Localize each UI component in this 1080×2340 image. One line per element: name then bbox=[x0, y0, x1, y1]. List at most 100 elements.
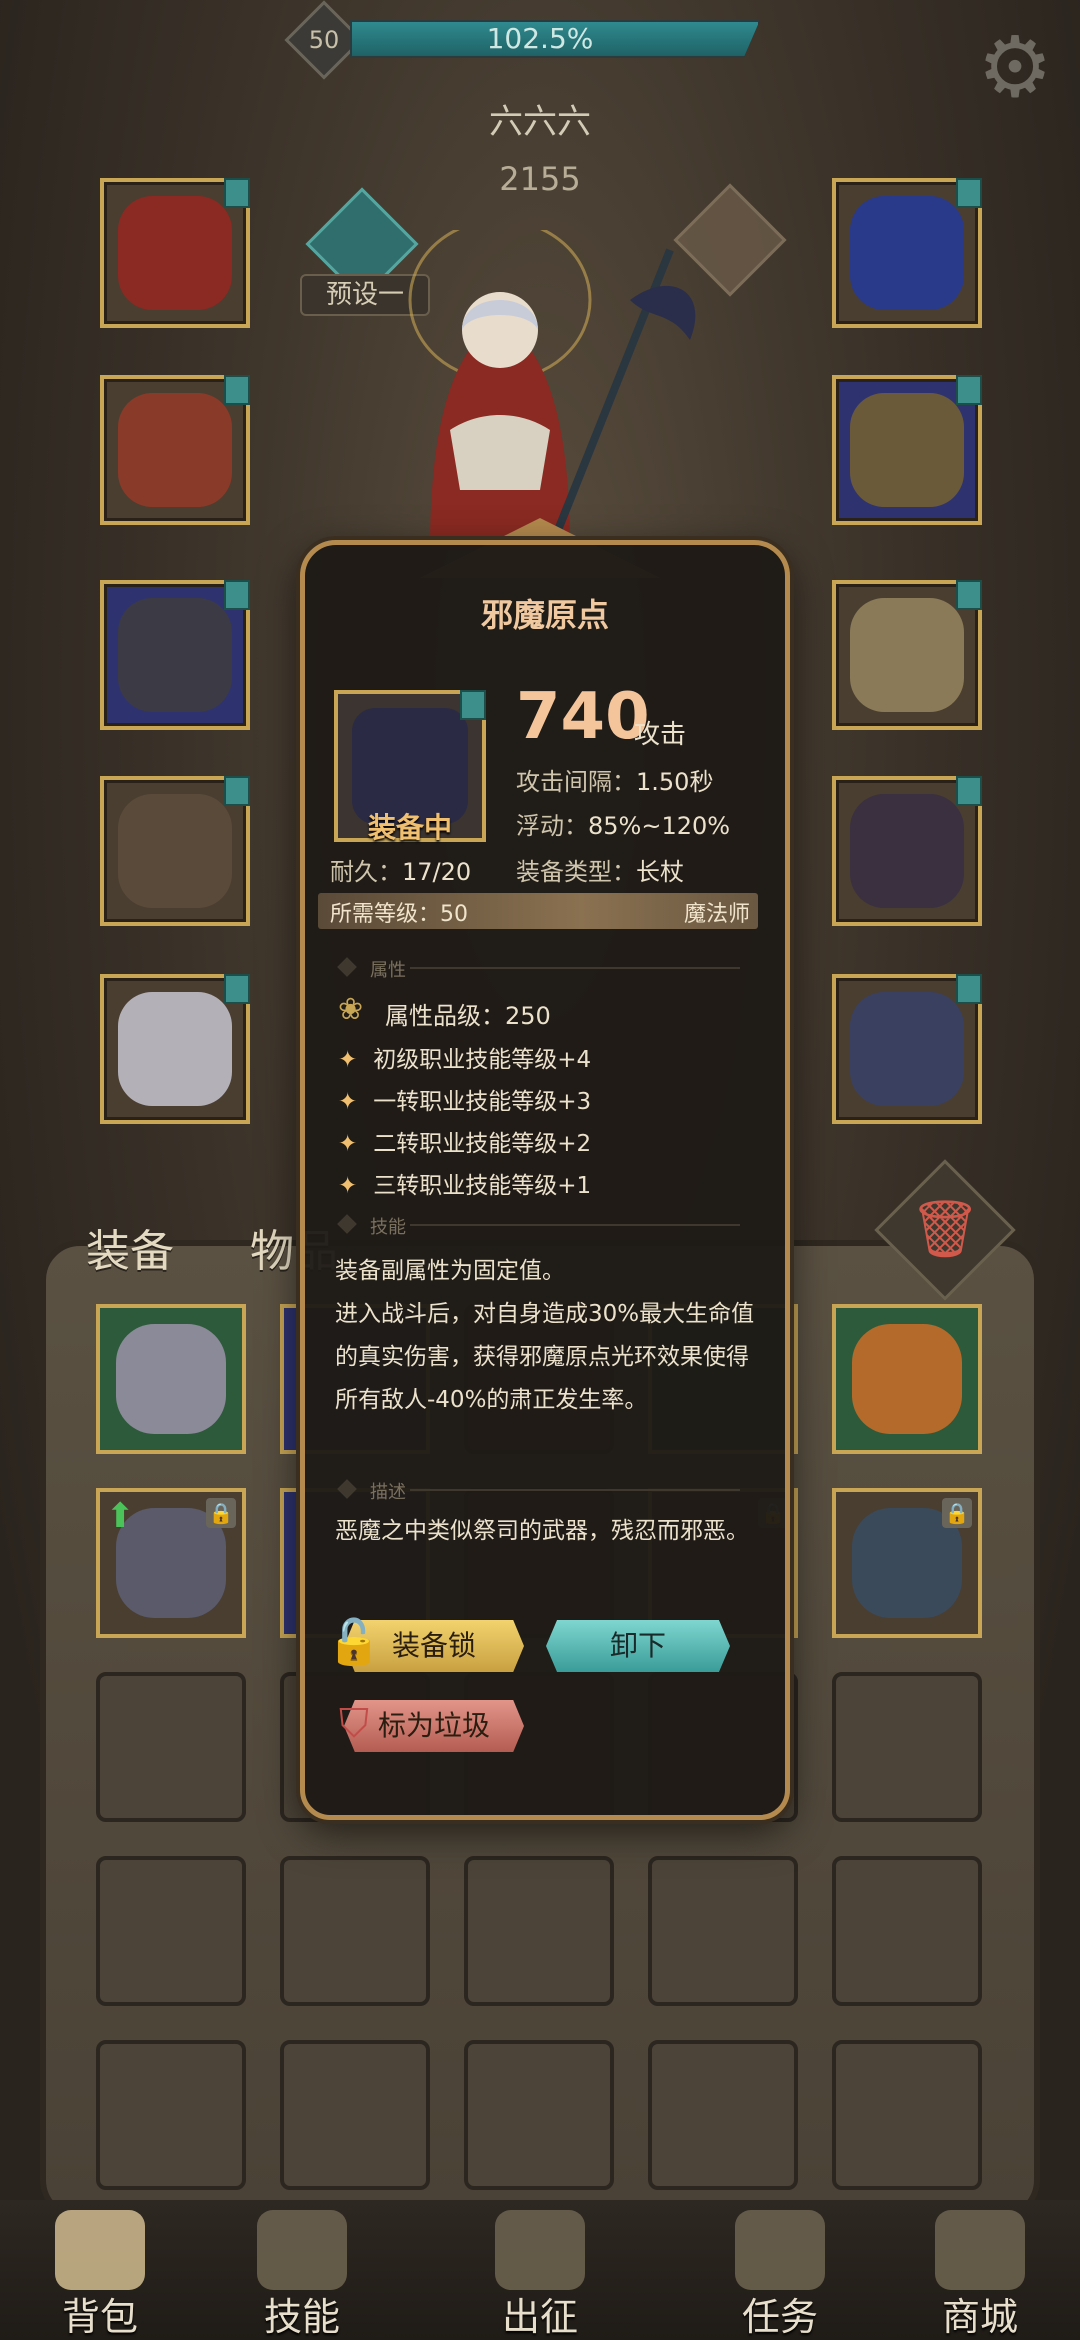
section-skill: 技能 bbox=[337, 1213, 760, 1238]
attribute-text: 初级职业技能等级+4 bbox=[373, 1047, 592, 1073]
heart-pendant-icon bbox=[850, 196, 964, 310]
stat-value: 250 bbox=[505, 1002, 551, 1030]
divider bbox=[410, 967, 740, 969]
skirt-icon bbox=[118, 794, 232, 908]
equip-type: 装备类型：长杖 bbox=[516, 852, 684, 887]
robe-icon bbox=[118, 393, 232, 507]
section-label: 技能 bbox=[370, 1217, 406, 1238]
diamond-icon bbox=[337, 957, 357, 977]
equip-slot-head[interactable] bbox=[100, 178, 250, 328]
inventory-cell[interactable] bbox=[648, 2040, 798, 2190]
nav-expedition[interactable]: 出征 bbox=[450, 2200, 630, 2340]
equip-slot-offhand[interactable] bbox=[832, 974, 982, 1124]
inventory-cell[interactable] bbox=[280, 1856, 430, 2006]
section-label: 属性 bbox=[370, 960, 406, 981]
equip-slot-hands[interactable] bbox=[100, 580, 250, 730]
trash-icon: 🗑 bbox=[909, 1197, 981, 1262]
hood-icon bbox=[118, 196, 232, 310]
attribute-text: 二转职业技能等级+2 bbox=[373, 1131, 592, 1157]
slot-tag-icon bbox=[224, 776, 250, 806]
inventory-cell[interactable] bbox=[280, 2040, 430, 2190]
equip-slot-necklace[interactable] bbox=[832, 178, 982, 328]
equip-slot-ring[interactable] bbox=[832, 375, 982, 525]
section-label: 描述 bbox=[370, 1482, 406, 1503]
equip-slot-legs[interactable] bbox=[100, 776, 250, 926]
hero-character bbox=[408, 230, 696, 550]
equip-slot-weapon[interactable] bbox=[832, 776, 982, 926]
sparkle-icon: ✦ bbox=[338, 1173, 358, 1199]
section-description: 描述 bbox=[337, 1478, 760, 1503]
gear-icon[interactable]: ⚙ bbox=[970, 22, 1060, 112]
trash-bin-icon: ⛉ bbox=[339, 1701, 369, 1747]
slot-tag-icon bbox=[460, 690, 486, 720]
player-name: 六六六 bbox=[489, 102, 591, 142]
xp-percent: 102.5% bbox=[486, 22, 594, 55]
shop-crown-icon bbox=[935, 2210, 1025, 2290]
inventory-cell[interactable] bbox=[96, 1672, 246, 1822]
required-class: 魔法师 bbox=[683, 902, 750, 927]
unequip-button[interactable]: 卸下 bbox=[546, 1620, 730, 1672]
attack-unit: 攻击 bbox=[634, 720, 687, 750]
stat-value: 长杖 bbox=[636, 858, 684, 886]
inventory-cell[interactable]: ⬆ 🔒 bbox=[96, 1488, 246, 1638]
staff-icon bbox=[850, 794, 964, 908]
attribute-grade: 属性品级：250 bbox=[385, 996, 551, 1031]
divider bbox=[410, 1224, 740, 1226]
skill-book-icon bbox=[257, 2210, 347, 2290]
durability: 耐久：17/20 bbox=[330, 852, 471, 887]
stat-label: 耐久： bbox=[330, 858, 402, 886]
gauntlet-icon bbox=[118, 598, 232, 712]
inventory-cell[interactable] bbox=[96, 2040, 246, 2190]
section-attributes: 属性 bbox=[337, 956, 760, 981]
nav-shop[interactable]: 商城 bbox=[890, 2200, 1070, 2340]
slot-tag-icon bbox=[956, 178, 982, 208]
scroll-icon bbox=[735, 2210, 825, 2290]
inventory-cell[interactable] bbox=[832, 1856, 982, 2006]
inventory-cell[interactable] bbox=[832, 2040, 982, 2190]
upgrade-arrow-icon: ⬆ bbox=[106, 1496, 135, 1536]
inventory-cell[interactable] bbox=[648, 1856, 798, 2006]
inventory-cell[interactable]: 🔒 bbox=[832, 1488, 982, 1638]
sparkle-icon: ✦ bbox=[338, 1089, 358, 1115]
inventory-cell[interactable] bbox=[96, 1856, 246, 2006]
stat-label: 攻击间隔： bbox=[516, 768, 636, 796]
float-range: 浮动：85%~120% bbox=[516, 806, 730, 841]
fist-icon bbox=[850, 598, 964, 712]
inventory-cell[interactable] bbox=[96, 1304, 246, 1454]
sparkle-icon: ✦ bbox=[338, 1047, 358, 1073]
nav-backpack[interactable]: 背包 bbox=[10, 2200, 190, 2340]
description-text: 恶魔之中类似祭司的武器，残忍而邪恶。 bbox=[335, 1518, 749, 1544]
tab-equipment[interactable]: 装备 bbox=[86, 1215, 174, 1279]
attribute-line: ✦ 初级职业技能等级+4 bbox=[338, 1040, 591, 1074]
inventory-cell[interactable] bbox=[832, 1304, 982, 1454]
padlock-icon: 🔓 bbox=[326, 1617, 382, 1668]
inventory-cell[interactable] bbox=[464, 1856, 614, 2006]
level-text: 50 bbox=[308, 26, 340, 54]
slot-tag-icon bbox=[224, 580, 250, 610]
stat-value: 1.50秒 bbox=[636, 768, 714, 796]
lock-icon: 🔒 bbox=[942, 1498, 972, 1528]
stat-label: 属性品级： bbox=[385, 1002, 505, 1030]
slot-tag-icon bbox=[956, 776, 982, 806]
nav-quests[interactable]: 任务 bbox=[690, 2200, 870, 2340]
slot-tag-icon bbox=[956, 375, 982, 405]
nav-label: 技能 bbox=[263, 2295, 340, 2339]
attribute-text: 三转职业技能等级+1 bbox=[373, 1173, 592, 1199]
stat-value: 17/20 bbox=[402, 858, 472, 886]
slot-tag-icon bbox=[224, 375, 250, 405]
nav-skills[interactable]: 技能 bbox=[212, 2200, 392, 2340]
nav-label: 商城 bbox=[941, 2295, 1018, 2339]
slot-tag-icon bbox=[956, 580, 982, 610]
equip-slot-body[interactable] bbox=[100, 375, 250, 525]
scarf-icon bbox=[852, 1324, 962, 1434]
required-level: 所需等级：50 bbox=[330, 896, 468, 928]
equip-slot-feet[interactable] bbox=[100, 974, 250, 1124]
inventory-cell[interactable] bbox=[832, 1672, 982, 1822]
stat-label: 浮动： bbox=[516, 812, 588, 840]
lock-icon: 🔒 bbox=[206, 1498, 236, 1528]
sword-map-icon bbox=[495, 2210, 585, 2290]
equip-slot-bracer[interactable] bbox=[832, 580, 982, 730]
inventory-cell[interactable] bbox=[464, 2040, 614, 2190]
item-title: 邪魔原点 bbox=[480, 596, 609, 634]
diamond-icon bbox=[337, 1479, 357, 1499]
